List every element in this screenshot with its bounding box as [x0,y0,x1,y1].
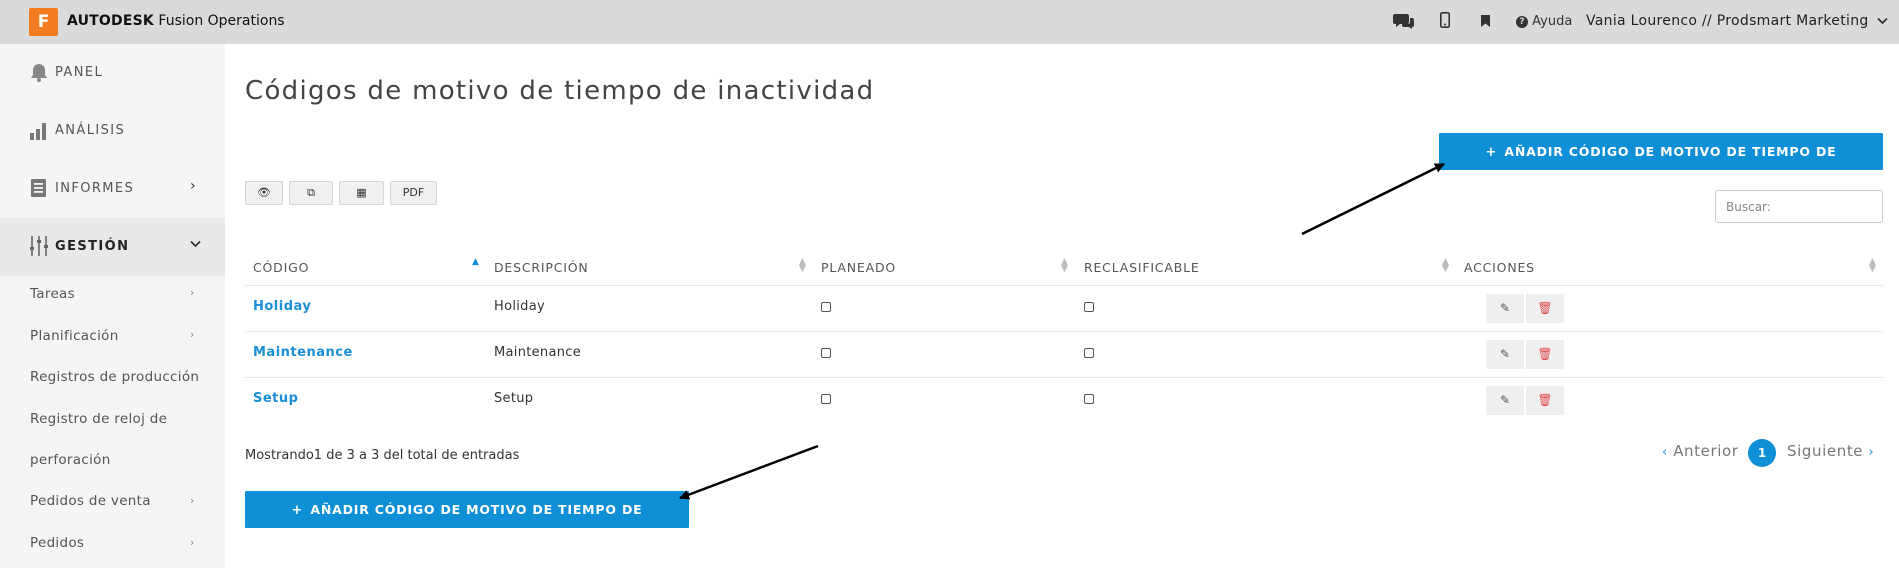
table-icon: ▦ [356,186,367,199]
user-label: Vania Lourenco // Prodsmart Marketing [1586,13,1869,29]
planeado-checkbox[interactable] [821,394,831,404]
pager-prev-label: Anterior [1673,442,1739,460]
column-header-descripcion[interactable]: DESCRIPCIÓN [494,260,589,275]
pager-prev[interactable]: ‹ Anterior [1662,442,1739,460]
sliders-icon [28,235,50,257]
help-label: Ayuda [1532,14,1573,29]
sort-icon: ▲ ▼ [1442,257,1449,274]
eye-icon: 👁 [257,186,271,199]
plus-icon: + [291,503,304,518]
bell-icon [28,61,50,83]
sidebar-sub-registro-reloj-cont[interactable]: perforación [30,452,111,468]
table-info: Mostrando1 de 3 a 3 del total de entrada… [245,448,520,463]
help-link[interactable]: ? Ayuda [1516,14,1572,29]
sort-icon: ▲ ▼ [799,257,806,274]
help-icon: ? [1516,16,1528,28]
brand-name: AUTODESK Fusion Operations [67,13,285,29]
column-header-acciones: ACCIONES [1464,260,1535,275]
reclasificable-checkbox[interactable] [1084,394,1094,404]
table-divider [245,331,1883,332]
row-description: Setup [494,391,534,406]
column-header-planeado[interactable]: PLANEADO [821,260,896,275]
sidebar-item-label: INFORMES [55,181,135,196]
edit-icon[interactable]: ✎ [1486,294,1524,323]
sidebar-sub-tareas[interactable]: Tareas [30,286,75,302]
pager-next[interactable]: Siguiente › [1787,442,1874,460]
chevron-right-icon: › [190,178,196,194]
sidebar-item-label: PANEL [55,65,104,80]
sidebar-sub-planificacion[interactable]: Planificación [30,328,119,344]
add-downtime-code-button-bottom[interactable]: + AÑADIR CÓDIGO DE MOTIVO DE TIEMPO DE I… [245,491,689,555]
sort-icon: ▲ ▼ [1061,257,1068,274]
copy-button[interactable]: ⧉ [289,181,333,205]
column-header-codigo[interactable]: CÓDIGO [253,260,309,275]
top-bar: F AUTODESK Fusion Operations ? Ayuda Van… [0,0,1899,44]
excel-export-button[interactable]: ▦ [339,181,384,205]
fusion-logo[interactable]: F [29,8,58,36]
chevron-right-icon: › [190,536,195,549]
column-visibility-button[interactable]: 👁 [245,181,283,205]
user-menu[interactable]: Vania Lourenco // Prodsmart Marketing [1586,13,1888,29]
chat-icon[interactable] [1393,12,1415,34]
sidebar-item-informes[interactable]: INFORMES › [0,160,225,218]
document-icon [28,177,50,199]
add-button-label: AÑADIR CÓDIGO DE MOTIVO DE TIEMPO DE INA… [310,502,643,555]
search-input[interactable]: Buscar: [1715,190,1883,223]
chevron-left-icon: ‹ [1662,445,1668,460]
reclasificable-checkbox[interactable] [1084,348,1094,358]
sort-icon: ▲ ▼ [1869,257,1876,274]
edit-icon[interactable]: ✎ [1486,340,1524,369]
row-description: Maintenance [494,345,582,360]
row-code-link[interactable]: Holiday [253,299,311,314]
chevron-right-icon: › [190,494,195,507]
bookmark-icon[interactable] [1481,15,1490,31]
row-code-link[interactable]: Maintenance [253,345,353,360]
brand-bold: AUTODESK [67,13,154,29]
chevron-right-icon: › [190,328,195,341]
table-divider [245,377,1883,378]
pdf-export-button[interactable]: PDF [390,181,437,205]
sidebar-item-gestion[interactable]: GESTIÓN [0,218,225,276]
plus-icon: + [1485,145,1498,160]
page-number[interactable]: 1 [1748,439,1776,467]
reclasificable-checkbox[interactable] [1084,302,1094,312]
column-header-reclasificable[interactable]: RECLASIFICABLE [1084,260,1200,275]
delete-icon[interactable]: 🗑 [1526,294,1564,323]
pager-next-label: Siguiente [1787,442,1864,460]
chevron-right-icon: › [1868,445,1875,460]
bar-chart-icon [28,119,50,141]
row-code-link[interactable]: Setup [253,391,298,406]
delete-icon[interactable]: 🗑 [1526,386,1564,415]
chevron-down-icon [1876,15,1888,28]
sidebar-item-label: GESTIÓN [55,239,130,254]
chevron-down-icon [190,236,201,252]
sidebar: PANEL ANÁLISIS INFORMES › GESTIÓN Tareas… [0,44,225,568]
sidebar-sub-pedidos[interactable]: Pedidos [30,535,84,551]
planeado-checkbox[interactable] [821,348,831,358]
mobile-icon[interactable] [1440,12,1450,32]
table-divider [245,285,1883,286]
sidebar-sub-registros-produccion[interactable]: Registros de producción [30,369,199,385]
planeado-checkbox[interactable] [821,302,831,312]
chevron-right-icon: › [190,286,195,299]
page-title: Códigos de motivo de tiempo de inactivid… [245,76,875,106]
sidebar-item-label: ANÁLISIS [55,123,126,138]
brand-rest: Fusion Operations [158,13,285,29]
edit-icon[interactable]: ✎ [1486,386,1524,415]
row-description: Holiday [494,299,545,314]
sidebar-item-analisis[interactable]: ANÁLISIS [0,102,225,160]
arrow-to-bottom-button [679,444,819,500]
delete-icon[interactable]: 🗑 [1526,340,1564,369]
sidebar-sub-pedidos-venta[interactable]: Pedidos de venta [30,493,151,509]
arrow-to-top-button [1301,162,1445,236]
sort-asc-icon: ▲ [472,257,479,267]
copy-icon: ⧉ [307,186,315,199]
add-downtime-code-button-top[interactable]: + AÑADIR CÓDIGO DE MOTIVO DE TIEMPO DE I… [1439,133,1883,197]
sidebar-item-panel[interactable]: PANEL [0,44,225,102]
sidebar-sub-registro-reloj[interactable]: Registro de reloj de [30,411,167,427]
